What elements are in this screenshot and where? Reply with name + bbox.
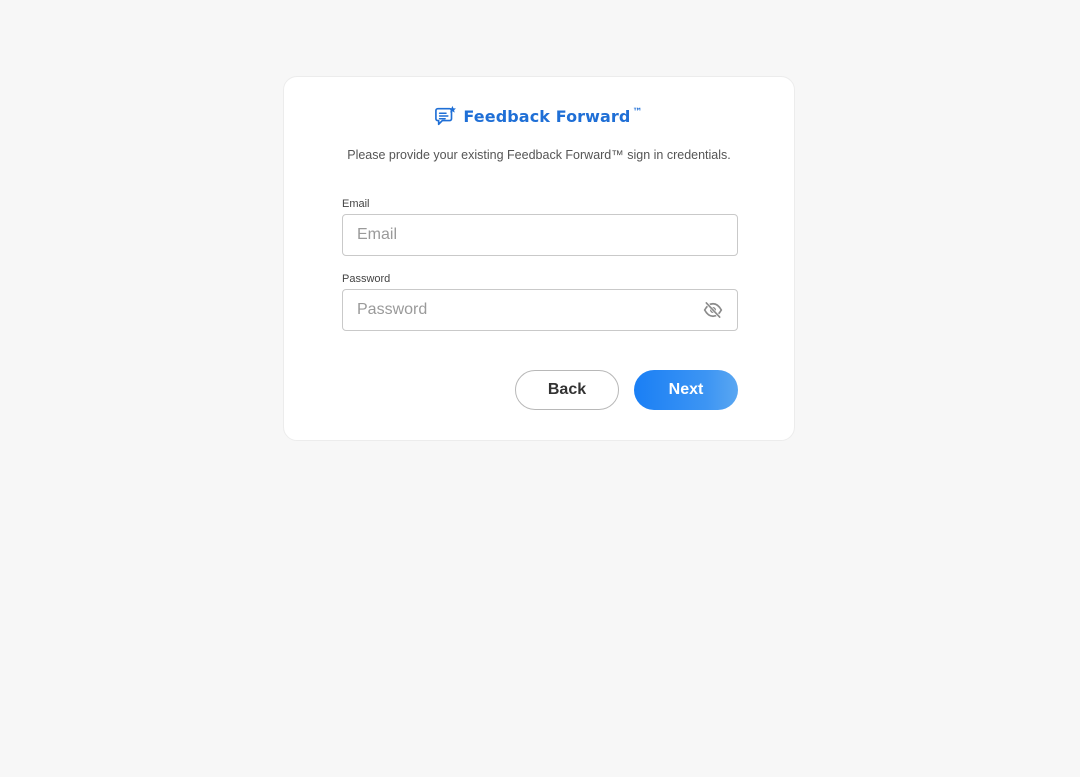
back-button[interactable]: Back [515,370,619,410]
sign-in-card: Feedback Forward ™ Please provide your ex… [283,76,795,441]
email-field[interactable] [343,215,737,255]
trademark-symbol: ™ [632,107,643,119]
sign-in-instructions: Please provide your existing Feedback Fo… [347,148,731,162]
password-label: Password [342,273,391,285]
feedback-chat-star-icon [435,105,457,126]
brand-name: Feedback Forward ™ [463,106,643,126]
next-button[interactable]: Next [634,370,738,410]
password-field[interactable] [343,290,737,330]
email-label: Email [342,198,370,210]
eye-slash-icon[interactable] [703,301,723,319]
password-field-container [342,289,738,331]
brand-logo: Feedback Forward ™ [284,105,794,127]
email-field-container [342,214,738,256]
